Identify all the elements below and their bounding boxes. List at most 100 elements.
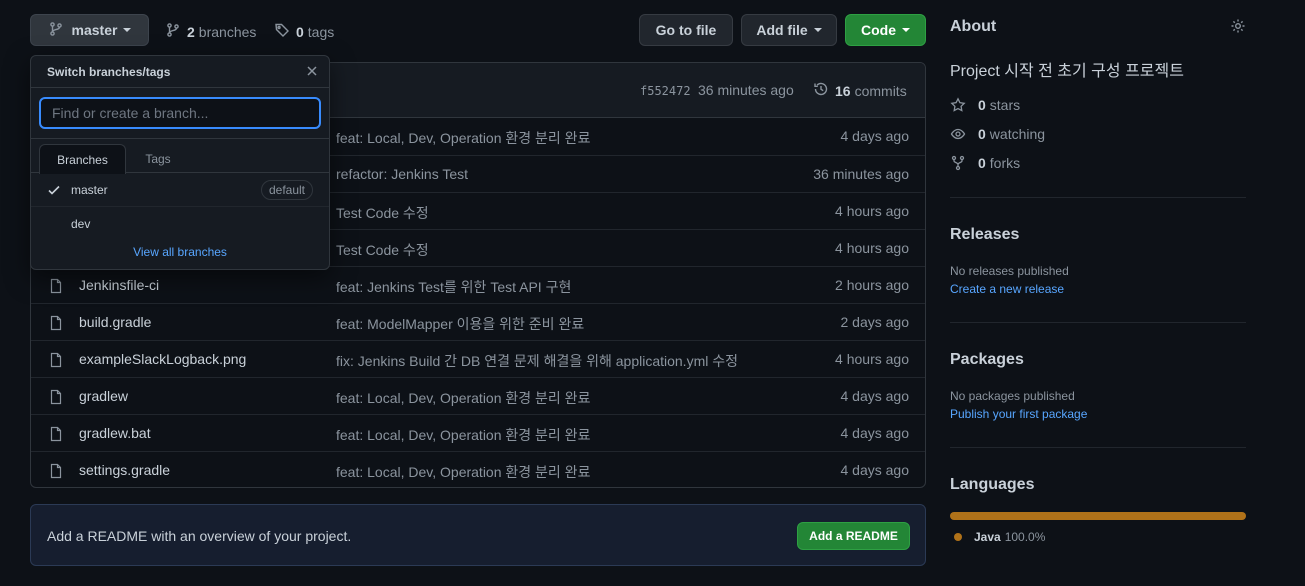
branches-link[interactable]: 2 branches [165,22,256,41]
releases-heading[interactable]: Releases [950,226,1019,244]
history-icon [813,81,829,100]
table-row[interactable]: build.gradle feat: ModelMapper 이용을 위한 준비 … [31,303,925,340]
tab-tags[interactable]: Tags [128,144,188,173]
language-color-dot [954,533,962,541]
commit-message[interactable]: feat: Local, Dev, Operation 환경 분리 완료 [336,425,590,445]
branch-selector-button[interactable]: master [30,14,149,46]
tags-label: tags [307,23,335,40]
code-button[interactable]: Code [845,14,926,46]
create-release-link[interactable]: Create a new release [950,282,1064,296]
file-icon [48,278,64,297]
commit-message[interactable]: feat: ModelMapper 이용을 위한 준비 완료 [336,314,584,334]
file-name[interactable]: gradlew.bat [79,425,151,441]
go-to-file-button[interactable]: Go to file [639,14,733,46]
file-icon [48,352,64,371]
file-name[interactable]: settings.gradle [79,462,170,478]
commit-message[interactable]: feat: Jenkins Test를 위한 Test API 구현 [336,277,571,297]
file-icon [48,463,64,482]
eye-icon [950,126,966,142]
branch-name: dev [71,217,91,231]
repo-description: Project 시작 전 초기 구성 프로젝트 [950,63,1184,80]
commit-message[interactable]: refactor: Jenkins Test [336,166,468,182]
git-branch-icon [165,22,181,41]
default-badge: default [260,180,313,200]
check-icon [47,183,61,200]
file-name[interactable]: Jenkinsfile-ci [79,277,159,293]
close-icon[interactable] [305,64,319,78]
tag-icon [274,22,290,41]
forks-link[interactable]: 0 forks [950,155,1020,171]
commit-time: 2 days ago [840,314,910,330]
commit-time: 36 minutes ago [698,82,794,98]
branch-search-input[interactable] [39,97,321,129]
forks-count: 0 [978,155,986,171]
commit-message[interactable]: feat: Local, Dev, Operation 환경 분리 완료 [336,388,590,408]
divider [31,138,329,139]
stars-label: stars [989,97,1021,113]
commit-time: 36 minutes ago [813,166,909,182]
watching-link[interactable]: 0 watching [950,126,1045,142]
commit-message[interactable]: Test Code 수정 [336,203,429,223]
dropdown-title: Switch branches/tags [47,65,171,79]
commit-message[interactable]: feat: Local, Dev, Operation 환경 분리 완료 [336,128,590,148]
language-name: Java [974,530,1001,544]
file-name[interactable]: exampleSlackLogback.png [79,351,246,367]
file-icon [48,426,64,445]
branch-dropdown: Switch branches/tags Branches Tags maste… [30,55,330,270]
no-releases-text: No releases published [950,264,1069,278]
branches-label: branches [198,23,257,40]
language-percent: 100.0% [1004,530,1046,544]
commit-sha[interactable]: f552472 [640,84,691,98]
file-icon [48,389,64,408]
commit-time: 4 hours ago [835,240,909,256]
tags-link[interactable]: 0 tags [274,22,334,41]
add-file-button[interactable]: Add file [741,14,837,46]
view-all-branches-link[interactable]: View all branches [31,245,329,259]
language-item-java[interactable]: Java 100.0% [950,530,1045,544]
stars-count: 0 [978,97,986,113]
commit-time: 4 days ago [840,425,910,441]
branches-count: 2 [187,23,195,40]
commit-message[interactable]: Test Code 수정 [336,240,429,260]
packages-heading[interactable]: Packages [950,351,1024,369]
add-readme-button[interactable]: Add a README [797,522,910,550]
code-label: Code [861,22,896,38]
commit-time: 4 days ago [840,462,910,478]
table-row[interactable]: Jenkinsfile-ci feat: Jenkins Test를 위한 Tes… [31,266,925,303]
watching-label: watching [989,126,1046,142]
tags-count: 0 [296,23,304,40]
about-heading: About [950,18,997,35]
commit-message[interactable]: feat: Local, Dev, Operation 환경 분리 완료 [336,462,590,482]
commit-time: 4 days ago [840,388,910,404]
add-readme-label: Add a README [809,529,898,543]
readme-banner: Add a README with an overview of your pr… [30,504,926,566]
table-row[interactable]: settings.gradle feat: Local, Dev, Operati… [31,451,925,487]
branch-selector-label: master [71,22,118,38]
tab-branches[interactable]: Branches [39,144,126,174]
table-row[interactable]: exampleSlackLogback.png fix: Jenkins Buil… [31,340,925,377]
file-name[interactable]: build.gradle [79,314,151,330]
table-row[interactable]: gradlew feat: Local, Dev, Operation 환경 분리… [31,377,925,414]
readme-text: Add a README with an overview of your pr… [47,528,352,544]
stars-link[interactable]: 0 stars [950,97,1020,113]
commit-time: 2 hours ago [835,277,909,293]
star-icon [950,97,966,113]
file-icon [48,315,64,334]
commit-message[interactable]: fix: Jenkins Build 간 DB 연결 문제 해결을 위해 app… [336,351,738,371]
commits-link[interactable]: 16 commits [813,81,907,100]
dropdown-tabs: Branches Tags [31,144,329,174]
file-name[interactable]: gradlew [79,388,128,404]
commit-time: 4 hours ago [835,351,909,367]
branch-item-master[interactable]: master default [31,173,329,207]
language-bar [950,512,1246,520]
chevron-down-icon [902,28,910,32]
table-row[interactable]: gradlew.bat feat: Local, Dev, Operation 환… [31,414,925,451]
branch-name: master [71,183,108,197]
branch-item-dev[interactable]: dev [31,207,329,241]
commits-count: 16 [835,82,851,99]
publish-package-link[interactable]: Publish your first package [950,407,1087,421]
commits-label: commits [854,82,907,99]
divider [950,197,1246,198]
fork-icon [950,155,966,171]
gear-icon[interactable] [1230,18,1246,37]
